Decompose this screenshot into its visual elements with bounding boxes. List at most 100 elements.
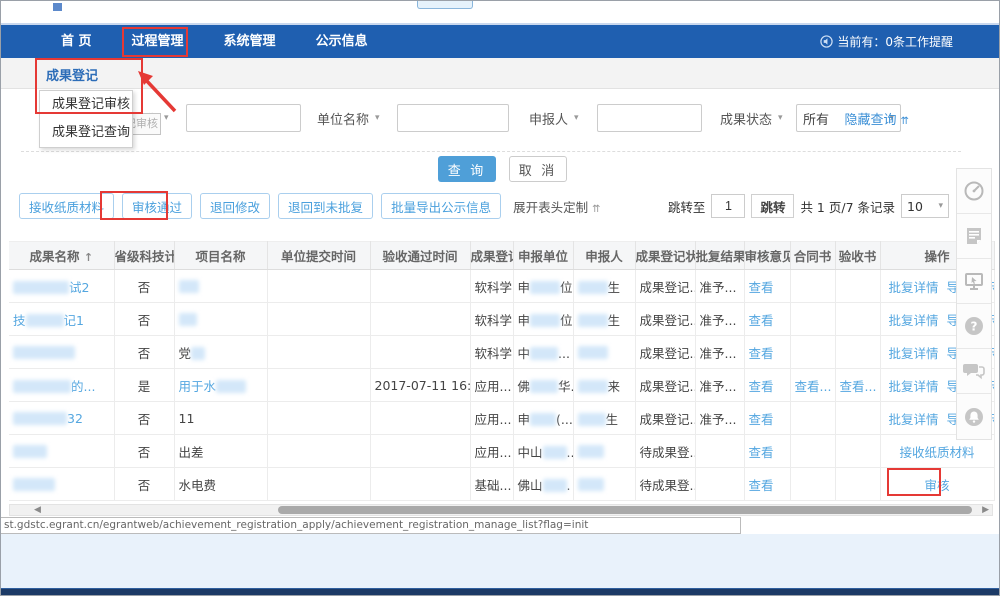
achievement-registration-dropdown: 成果登记审核 成果登记查询 xyxy=(39,90,133,148)
cell-accept-time xyxy=(370,435,470,468)
filter-unit-input[interactable] xyxy=(397,104,509,132)
receive-paper-link[interactable]: 接收纸质材料 xyxy=(899,445,974,460)
filter-applicant-input[interactable] xyxy=(597,104,702,132)
return-modify-button[interactable]: 退回修改 xyxy=(200,193,270,219)
svg-text:?: ? xyxy=(971,320,978,334)
batch-export-button[interactable]: 批量导出公示信息 xyxy=(381,193,501,219)
filter-status-select[interactable]: 成果状态 ▾ xyxy=(720,109,788,128)
achievement-name-link[interactable] xyxy=(13,477,55,492)
tab-process-management[interactable]: 过程管理 xyxy=(112,25,204,58)
approval-detail-link[interactable]: 批复详情 xyxy=(889,412,939,427)
tab-public-info[interactable]: 公示信息 xyxy=(296,25,388,58)
view-opinion-link[interactable]: 查看 xyxy=(749,280,774,295)
scroll-left-icon[interactable]: ◀ xyxy=(34,505,41,516)
col-contract: 合同书 xyxy=(790,242,835,270)
redacted-text xyxy=(543,479,567,492)
search-button[interactable]: 查 询 xyxy=(438,156,496,182)
applicant-fragment: 来 xyxy=(608,379,621,394)
approval-detail-link[interactable]: 批复详情 xyxy=(889,379,939,394)
scrollbar-thumb[interactable] xyxy=(278,506,972,514)
view-opinion-link[interactable]: 查看 xyxy=(749,478,774,493)
achievement-name-link[interactable] xyxy=(13,345,75,360)
horizontal-scrollbar[interactable]: ◀ ▶ xyxy=(9,504,993,516)
document-button[interactable] xyxy=(957,214,991,259)
menu-group-achievement-registration[interactable]: 成果登记 xyxy=(46,65,98,84)
name-fragment: 32 xyxy=(67,411,83,426)
view-opinion-link[interactable]: 查看 xyxy=(749,445,774,460)
redacted-text xyxy=(578,314,608,327)
cell-result: 准予... xyxy=(695,402,744,435)
approve-button[interactable]: 审核通过 xyxy=(122,193,192,219)
tab-system-management[interactable]: 系统管理 xyxy=(204,25,296,58)
filter-applicant-label: 申报人 xyxy=(529,109,568,128)
redacted-text xyxy=(13,412,67,425)
col-achievement-name[interactable]: 成果名称 ↑ xyxy=(9,242,114,270)
unit-fragment: ... xyxy=(567,445,573,460)
sort-asc-icon[interactable]: ↑ xyxy=(84,251,93,264)
help-icon: ? xyxy=(963,315,985,337)
audit-link[interactable]: 审核 xyxy=(924,478,949,493)
unit-fragment: 佛山 xyxy=(518,478,543,493)
cell-status: 成果登记... xyxy=(635,303,695,336)
col-registration-status: 成果登记状态 xyxy=(635,242,695,270)
tab-home[interactable]: 首 页 xyxy=(41,25,112,58)
view-contract-link[interactable]: 查看... xyxy=(795,379,832,394)
jump-button[interactable]: 跳转 xyxy=(751,194,794,218)
page-size-select[interactable]: 10 ▾ xyxy=(901,194,949,218)
view-opinion-link[interactable]: 查看 xyxy=(749,379,774,394)
feedback-button[interactable] xyxy=(957,349,991,394)
applicant-fragment: 生 xyxy=(608,280,621,295)
filter-applicant-select[interactable]: 申报人 ▾ xyxy=(529,109,587,128)
cancel-button[interactable]: 取 消 xyxy=(509,156,567,182)
cell-status: 成果登记... xyxy=(635,402,695,435)
scroll-right-icon[interactable]: ▶ xyxy=(982,505,989,516)
jump-page-input[interactable] xyxy=(711,194,745,218)
cell-project: 11 xyxy=(174,402,267,435)
floating-sidebar: ? xyxy=(956,168,992,440)
expand-header-link[interactable]: 展开表头定制 ⇈ xyxy=(513,197,600,216)
view-opinion-link[interactable]: 查看 xyxy=(749,313,774,328)
view-opinion-link[interactable]: 查看 xyxy=(749,412,774,427)
cell-reg-type: 软科学 xyxy=(470,303,513,336)
cell-plan: 否 xyxy=(114,303,174,336)
hide-query-link[interactable]: 隐藏查询 ⇈ xyxy=(844,109,909,128)
menu-item-registration-audit[interactable]: 成果登记审核 xyxy=(40,91,132,119)
work-reminder[interactable]: 当前有：0条工作提醒 xyxy=(820,25,953,58)
double-up-arrow-icon: ⇈ xyxy=(901,116,909,127)
compass-button[interactable] xyxy=(957,169,991,214)
project-name-link[interactable]: 用于水 xyxy=(179,379,247,394)
achievement-name-link[interactable]: 的... xyxy=(13,379,95,394)
favicon-fragment xyxy=(53,3,62,11)
filter-name-input[interactable] xyxy=(186,104,301,132)
return-unapproved-button[interactable]: 退回到未批复 xyxy=(278,193,373,219)
approval-detail-link[interactable]: 批复详情 xyxy=(889,346,939,361)
jump-to-label: 跳转至 xyxy=(668,197,706,216)
approval-detail-link[interactable]: 批复详情 xyxy=(889,313,939,328)
remote-desktop-button[interactable] xyxy=(957,259,991,304)
filter-unit-select[interactable]: 单位名称 ▾ xyxy=(317,109,387,128)
cell-reg-type: 软科学 xyxy=(470,270,513,303)
col-audit-opinion: 审核意见 xyxy=(744,242,790,270)
achievement-name-link[interactable]: 技记1 xyxy=(13,313,84,328)
chat-icon xyxy=(962,360,986,382)
table-row: 32 否 11 应用... 申(... 生 成果登记... 准予... 查看 批… xyxy=(9,402,994,435)
approval-detail-link[interactable]: 批复详情 xyxy=(889,280,939,295)
hide-query-label: 隐藏查询 xyxy=(844,113,896,128)
achievement-name-link[interactable]: 试2 xyxy=(13,280,89,295)
table-toolbar: 接收纸质材料 审核通过 退回修改 退回到未批复 批量导出公示信息 展开表头定制 … xyxy=(19,192,989,220)
redacted-text xyxy=(179,313,197,326)
notification-button[interactable] xyxy=(957,394,991,439)
menu-item-registration-query[interactable]: 成果登记查询 xyxy=(40,119,132,147)
cell-plan: 否 xyxy=(114,435,174,468)
results-table: 成果名称 ↑ 省级科技计划 项目名称 单位提交时间 验收通过时间 成果登记 申报… xyxy=(9,241,994,501)
unit-fragment: 申 xyxy=(518,412,531,427)
compass-icon xyxy=(963,180,985,202)
help-button[interactable]: ? xyxy=(957,304,991,349)
receive-paper-button[interactable]: 接收纸质材料 xyxy=(19,193,114,219)
view-acceptance-link[interactable]: 查看... xyxy=(840,379,877,394)
name-fragment: 试2 xyxy=(69,280,89,295)
redacted-text xyxy=(530,314,560,327)
achievement-name-link[interactable]: 32 xyxy=(13,411,83,426)
view-opinion-link[interactable]: 查看 xyxy=(749,346,774,361)
achievement-name-link[interactable] xyxy=(13,444,47,459)
